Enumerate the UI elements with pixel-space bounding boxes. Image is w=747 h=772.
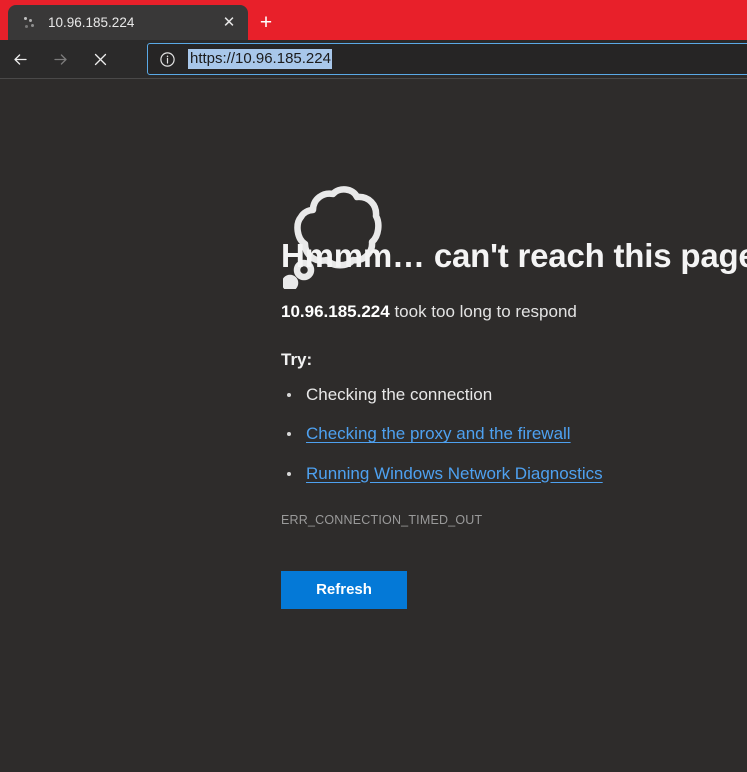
error-code: ERR_CONNECTION_TIMED_OUT	[281, 502, 731, 527]
list-item: Checking the proxy and the firewall	[281, 423, 731, 444]
new-tab-button[interactable]: +	[252, 8, 280, 36]
try-label: Try:	[281, 322, 731, 370]
browser-window: 10.96.185.224 ✕ +	[0, 0, 747, 772]
suggestion-text: Checking the connection	[306, 385, 492, 404]
tab-strip: 10.96.185.224 ✕ +	[0, 0, 747, 40]
thought-cloud-icon	[281, 79, 731, 229]
tab-title: 10.96.185.224	[48, 15, 216, 30]
error-page: Hmmm… can't reach this page 10.96.185.22…	[0, 79, 747, 772]
list-item: Running Windows Network Diagnostics	[281, 463, 731, 484]
address-bar-text[interactable]: https://10.96.185.224	[188, 49, 332, 69]
arrow-right-icon	[51, 50, 70, 69]
stop-loading-button[interactable]	[80, 40, 120, 78]
arrow-left-icon	[11, 50, 30, 69]
address-bar[interactable]: https://10.96.185.224	[147, 43, 747, 75]
error-host: 10.96.185.224	[281, 302, 390, 321]
proxy-firewall-link[interactable]: Checking the proxy and the firewall	[306, 424, 571, 443]
network-diagnostics-link[interactable]: Running Windows Network Diagnostics	[306, 464, 603, 483]
browser-tab[interactable]: 10.96.185.224 ✕	[8, 5, 248, 40]
close-x-icon	[92, 51, 109, 68]
site-info-icon[interactable]	[156, 48, 178, 70]
close-icon[interactable]: ✕	[216, 10, 242, 36]
refresh-button[interactable]: Refresh	[281, 571, 407, 609]
error-subtitle-rest: took too long to respond	[390, 302, 577, 321]
forward-button[interactable]	[40, 40, 80, 78]
suggestion-list: Checking the connection Checking the pro…	[281, 370, 731, 484]
browser-toolbar: https://10.96.185.224	[0, 40, 747, 78]
back-button[interactable]	[0, 40, 40, 78]
refresh-button-wrap: Refresh	[281, 527, 731, 609]
loading-dots-icon	[20, 14, 38, 32]
error-content: Hmmm… can't reach this page 10.96.185.22…	[281, 79, 731, 609]
list-item: Checking the connection	[281, 384, 731, 405]
